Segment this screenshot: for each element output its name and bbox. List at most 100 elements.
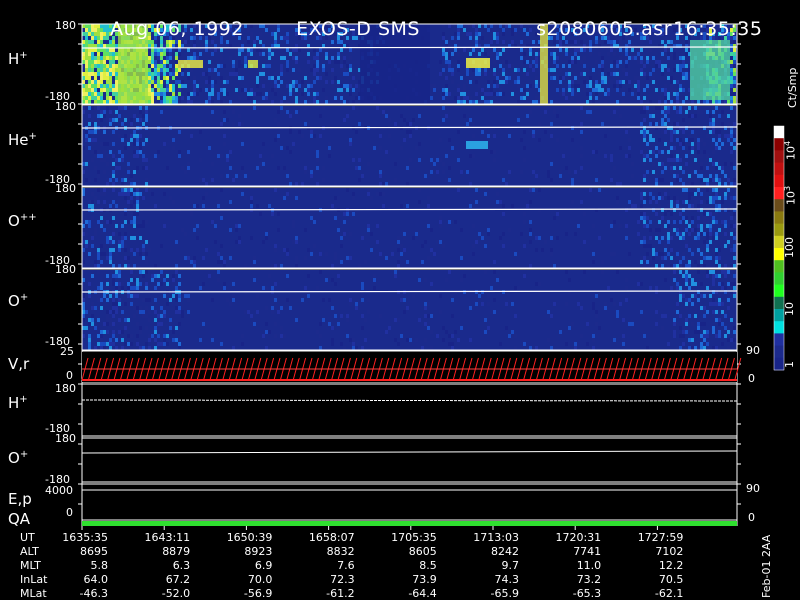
- heat-cell: [280, 64, 283, 68]
- heat-cell: [706, 166, 709, 170]
- heat-cell: [145, 260, 148, 264]
- heat-cell: [418, 200, 421, 204]
- heat-cell: [274, 32, 277, 36]
- heat-cell: [124, 118, 127, 122]
- plot-title: Aug 06, 1992: [97, 0, 244, 40]
- heat-cell: [148, 56, 151, 60]
- heat-cell: [457, 84, 460, 88]
- heat-cell: [349, 302, 352, 306]
- heat-cell: [247, 28, 250, 32]
- heat-cell: [115, 294, 118, 298]
- heat-cell: [682, 216, 685, 220]
- heat-cell: [655, 146, 658, 150]
- heat-cell: [154, 330, 157, 334]
- heat-cell: [445, 60, 448, 64]
- heat-cell: [688, 224, 691, 228]
- heat-cell: [202, 88, 205, 92]
- heat-cell: [670, 88, 673, 92]
- heat-cell: [667, 252, 670, 256]
- heat-cell: [211, 92, 214, 96]
- heat-cell: [286, 192, 289, 196]
- heat-cell: [730, 248, 733, 252]
- heat-cell: [697, 216, 700, 220]
- heat-cell: [265, 286, 268, 290]
- heat-cell: [193, 260, 196, 264]
- heat-cell: [277, 166, 280, 170]
- heat-cell: [577, 56, 580, 60]
- heat-cell: [94, 122, 97, 126]
- heat-cell: [655, 174, 658, 178]
- heat-cell: [658, 162, 661, 166]
- heat-cell: [121, 188, 124, 192]
- heat-cell: [427, 204, 430, 208]
- heat-cell: [109, 256, 112, 260]
- heat-cell: [88, 84, 91, 88]
- heat-cell: [172, 60, 175, 64]
- heat-cell: [160, 270, 163, 274]
- heat-cell: [673, 220, 676, 224]
- heat-cell: [250, 36, 253, 40]
- heat-cell: [703, 232, 706, 236]
- heat-cell: [418, 114, 421, 118]
- heat-cell: [409, 158, 412, 162]
- he-ytick-top: 180: [55, 100, 76, 113]
- heat-cell: [712, 122, 715, 126]
- heat-cell: [283, 196, 286, 200]
- heat-cell: [511, 28, 514, 32]
- heat-cell: [667, 76, 670, 80]
- heat-cell: [703, 212, 706, 216]
- heat-cell: [643, 110, 646, 114]
- heat-cell: [430, 330, 433, 334]
- heat-cell: [715, 220, 718, 224]
- heat-cell: [670, 138, 673, 142]
- heat-cell: [691, 252, 694, 256]
- table-cell: -65.9: [490, 587, 519, 600]
- heat-cell: [589, 188, 592, 192]
- heat-cell: [661, 256, 664, 260]
- heat-cell: [136, 334, 139, 338]
- heat-cell: [178, 52, 181, 56]
- heat-cell: [118, 318, 121, 322]
- heat-cell: [187, 100, 190, 104]
- heat-cell: [106, 84, 109, 88]
- heat-cell: [625, 278, 628, 282]
- table-cell: -62.1: [654, 587, 684, 600]
- heat-cell: [97, 256, 100, 260]
- heat-cell: [472, 244, 475, 248]
- heat-cell: [484, 318, 487, 322]
- heat-cell: [241, 48, 244, 52]
- heat-cell: [88, 338, 91, 342]
- heat-cell: [637, 80, 640, 84]
- heat-cell: [97, 48, 100, 52]
- heat-cell: [424, 314, 427, 318]
- heat-cell: [673, 196, 676, 200]
- heat-cell: [235, 72, 238, 76]
- heat-cell: [607, 40, 610, 44]
- heat-cell: [157, 150, 160, 154]
- heat-cell: [130, 188, 133, 192]
- heat-cell: [679, 286, 682, 290]
- heat-cell: [118, 232, 121, 236]
- heat-cell: [703, 346, 706, 350]
- heat-cell: [184, 294, 187, 298]
- heat-cell: [718, 138, 721, 142]
- colorbar-segment: [774, 126, 784, 139]
- heat-cell: [151, 92, 154, 96]
- heat-cell: [550, 68, 553, 72]
- heat-cell: [613, 52, 616, 56]
- heat-cell: [679, 56, 682, 60]
- heat-cell: [502, 92, 505, 96]
- heat-cell: [241, 166, 244, 170]
- heat-cell: [718, 228, 721, 232]
- heat-cell: [91, 72, 94, 76]
- heat-cell: [649, 130, 652, 134]
- heat-cell: [124, 196, 127, 200]
- heat-cell: [442, 92, 445, 96]
- heat-cell: [448, 24, 451, 28]
- heat-cell: [274, 248, 277, 252]
- heat-cell: [121, 286, 124, 290]
- heat-cell: [661, 118, 664, 122]
- o2-ytick-top: 180: [55, 182, 76, 195]
- heat-cell: [679, 270, 682, 274]
- heat-cell: [256, 84, 259, 88]
